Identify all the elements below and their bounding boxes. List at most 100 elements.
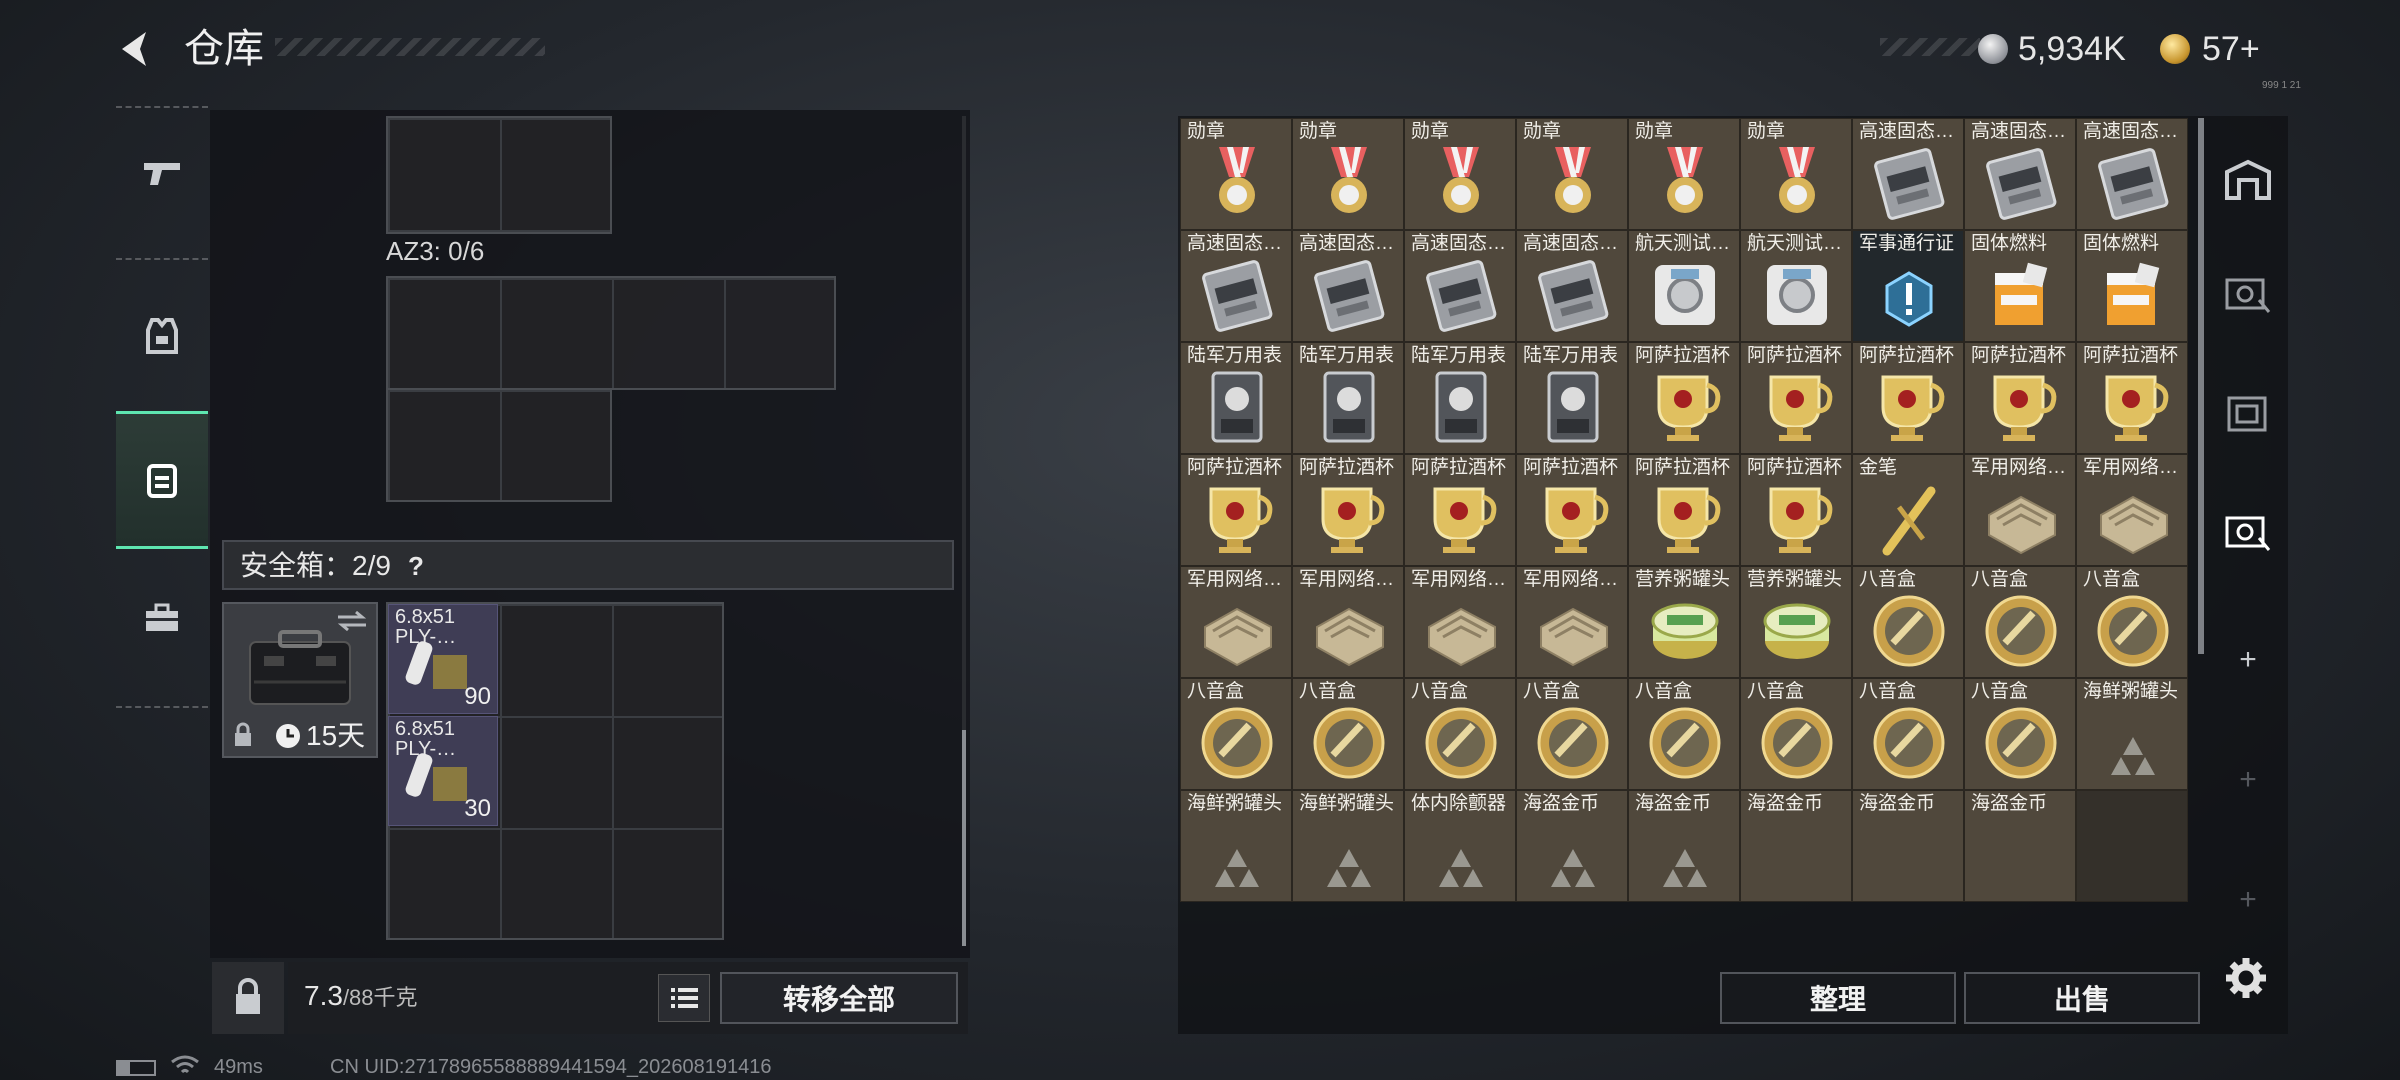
inventory-item-router[interactable]: 军用网络… — [1292, 566, 1404, 678]
inventory-item-musicbox[interactable]: 八音盒 — [1292, 678, 1404, 790]
inventory-item-goblet[interactable]: 阿萨拉酒杯 — [1852, 342, 1964, 454]
inventory-item-musicbox[interactable]: 八音盒 — [1852, 678, 1964, 790]
add-storage-button[interactable]: + — [2208, 620, 2288, 700]
unknown-icon — [1663, 849, 1707, 887]
inventory-item-unknown[interactable]: 海鲜粥罐头 — [2076, 678, 2188, 790]
inventory-item-router[interactable]: 军用网络… — [1964, 454, 2076, 566]
inventory-item-musicbox[interactable]: 八音盒 — [1516, 678, 1628, 790]
transfer-all-button[interactable]: 转移全部 — [720, 972, 958, 1024]
safebox-help-button[interactable]: ? — [408, 546, 424, 586]
sort-button[interactable]: 整理 — [1720, 972, 1956, 1024]
inventory-item-ssd[interactable]: 高速固态… — [1964, 118, 2076, 230]
inventory-item-multimeter[interactable]: 陆军万用表 — [1292, 342, 1404, 454]
inventory-item-medal[interactable]: 勋章 — [1404, 118, 1516, 230]
fuel-icon — [2107, 262, 2160, 325]
inventory-item-musicbox[interactable]: 八音盒 — [1404, 678, 1516, 790]
inventory-item-ssd[interactable]: 高速固态… — [1180, 230, 1292, 342]
inventory-item-pen[interactable]: 金笔 — [1852, 454, 1964, 566]
inventory-item-router[interactable]: 军用网络… — [2076, 454, 2188, 566]
back-button[interactable] — [112, 24, 162, 74]
weight-lock-button[interactable] — [212, 962, 284, 1034]
inventory-item-medal[interactable]: 勋章 — [1740, 118, 1852, 230]
inventory-item-router[interactable]: 军用网络… — [1404, 566, 1516, 678]
tab-armor[interactable] — [116, 270, 208, 402]
tab-storage-3[interactable] — [2208, 374, 2288, 454]
inventory-item-goblet[interactable]: 阿萨拉酒杯 — [1740, 342, 1852, 454]
currency-gold[interactable]: 57+ — [2202, 26, 2260, 72]
inventory-item-disk[interactable]: 航天测试… — [1740, 230, 1852, 342]
inventory-item-unknown[interactable]: 海盗金币 — [1516, 790, 1628, 902]
inventory-item-router[interactable]: 军用网络… — [1180, 566, 1292, 678]
warehouse-icon — [2225, 159, 2271, 200]
inventory-item-goblet[interactable]: 阿萨拉酒杯 — [1740, 454, 1852, 566]
tab-storage-all[interactable] — [2208, 140, 2288, 220]
inventory-item-unknown[interactable]: 海鲜粥罐头 — [1180, 790, 1292, 902]
empty-slot[interactable] — [2076, 790, 2188, 902]
inventory-item-medal[interactable]: 勋章 — [1628, 118, 1740, 230]
inventory-item-goblet[interactable]: 阿萨拉酒杯 — [1628, 454, 1740, 566]
goblet-icon — [1545, 487, 1609, 553]
inventory-item-medal[interactable]: 勋章 — [1180, 118, 1292, 230]
inventory-item-goblet[interactable]: 阿萨拉酒杯 — [1964, 342, 2076, 454]
inventory-item-multimeter[interactable]: 陆军万用表 — [1404, 342, 1516, 454]
inventory-item-multimeter[interactable]: 陆军万用表 — [1180, 342, 1292, 454]
tab-backpack[interactable] — [116, 411, 208, 549]
inventory-item-musicbox[interactable]: 八音盒 — [2076, 566, 2188, 678]
ammo-item[interactable]: 6.8x51 PLY-… 90 — [388, 604, 498, 714]
inventory-item-ssd[interactable]: 高速固态… — [1292, 230, 1404, 342]
tab-storage-2[interactable] — [2208, 254, 2288, 334]
inventory-item-unknown[interactable]: 海盗金币 — [1628, 790, 1740, 902]
list-view-button[interactable] — [658, 974, 710, 1022]
inventory-item-unknown[interactable]: 海鲜粥罐头 — [1292, 790, 1404, 902]
vest-icon — [146, 318, 178, 354]
inventory-item-musicbox[interactable]: 八音盒 — [1180, 678, 1292, 790]
az3-grid-row1[interactable] — [386, 276, 836, 390]
inventory-item-can[interactable]: 营养粥罐头 — [1628, 566, 1740, 678]
currency-silver[interactable]: 5,934K — [2018, 26, 2126, 72]
disk-icon — [1655, 265, 1715, 325]
inventory-item-medal[interactable]: 勋章 — [1292, 118, 1404, 230]
tab-weapons[interactable] — [116, 106, 208, 238]
inventory-item-fuel[interactable]: 固体燃料 — [2076, 230, 2188, 342]
inventory-item-ssd[interactable]: 高速固态… — [1516, 230, 1628, 342]
goblet-icon — [1657, 487, 1721, 553]
tab-case[interactable] — [116, 552, 208, 684]
inventory-item-medal[interactable]: 勋章 — [1516, 118, 1628, 230]
inventory-item-unknown[interactable]: 体内除颤器 — [1404, 790, 1516, 902]
inventory-item-ssd[interactable]: 高速固态… — [1404, 230, 1516, 342]
swap-icon[interactable] — [336, 610, 368, 632]
left-scrollbar-thumb[interactable] — [962, 730, 966, 946]
plus-icon: + — [2239, 883, 2257, 916]
inventory-item-musicbox[interactable]: 八音盒 — [1964, 678, 2076, 790]
container-grid-top[interactable] — [386, 116, 612, 234]
inventory-item-none[interactable]: 海盗金币 — [1852, 790, 1964, 902]
right-scrollbar-thumb[interactable] — [2198, 118, 2204, 654]
musicbox-icon — [1313, 707, 1385, 779]
settings-button[interactable] — [2222, 954, 2270, 1002]
inventory-item-pass[interactable]: 军事通行证 — [1852, 230, 1964, 342]
az3-grid-row2[interactable] — [386, 388, 612, 502]
inventory-item-disk[interactable]: 航天测试… — [1628, 230, 1740, 342]
inventory-item-musicbox[interactable]: 八音盒 — [1628, 678, 1740, 790]
ammo-item[interactable]: 6.8x51 PLY-… 30 — [388, 716, 498, 826]
inventory-item-ssd[interactable]: 高速固态… — [2076, 118, 2188, 230]
inventory-item-none[interactable]: 海盗金币 — [1964, 790, 2076, 902]
inventory-item-musicbox[interactable]: 八音盒 — [1740, 678, 1852, 790]
inventory-item-ssd[interactable]: 高速固态… — [1852, 118, 1964, 230]
inventory-item-goblet[interactable]: 阿萨拉酒杯 — [1292, 454, 1404, 566]
inventory-item-goblet[interactable]: 阿萨拉酒杯 — [1628, 342, 1740, 454]
inventory-item-goblet[interactable]: 阿萨拉酒杯 — [1404, 454, 1516, 566]
inventory-item-musicbox[interactable]: 八音盒 — [1852, 566, 1964, 678]
inventory-item-goblet[interactable]: 阿萨拉酒杯 — [2076, 342, 2188, 454]
safebox-case-item[interactable]: 15天 — [222, 602, 378, 758]
inventory-item-musicbox[interactable]: 八音盒 — [1964, 566, 2076, 678]
inventory-item-none[interactable]: 海盗金币 — [1740, 790, 1852, 902]
inventory-item-goblet[interactable]: 阿萨拉酒杯 — [1180, 454, 1292, 566]
inventory-item-goblet[interactable]: 阿萨拉酒杯 — [1516, 454, 1628, 566]
tab-storage-4[interactable] — [2208, 492, 2288, 572]
inventory-item-router[interactable]: 军用网络… — [1516, 566, 1628, 678]
inventory-item-multimeter[interactable]: 陆军万用表 — [1516, 342, 1628, 454]
inventory-item-can[interactable]: 营养粥罐头 — [1740, 566, 1852, 678]
inventory-item-fuel[interactable]: 固体燃料 — [1964, 230, 2076, 342]
sell-button[interactable]: 出售 — [1964, 972, 2200, 1024]
